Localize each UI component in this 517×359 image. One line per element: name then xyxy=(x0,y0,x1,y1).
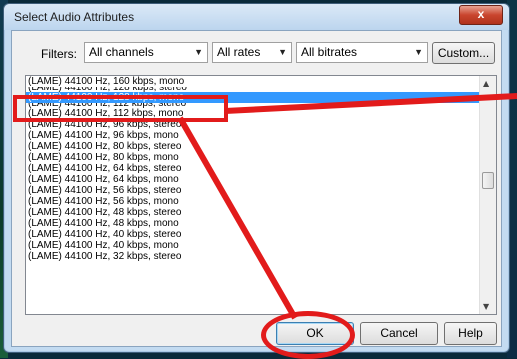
dialog-window: Select Audio Attributes x Filters: All c… xyxy=(3,3,510,353)
window-title: Select Audio Attributes xyxy=(14,10,135,24)
list-item[interactable]: (LAME) 44100 Hz, 80 kbps, mono xyxy=(26,152,479,163)
list-item[interactable]: (LAME) 44100 Hz, 64 kbps, stereo xyxy=(26,163,479,174)
list-rows: (LAME) 44100 Hz, 160 kbps, mono (LAME) 44… xyxy=(26,76,479,262)
close-button[interactable]: x xyxy=(459,5,503,25)
rates-select[interactable]: All rates ▼ xyxy=(212,42,292,63)
channels-select-value: All channels xyxy=(89,45,154,59)
vertical-scrollbar[interactable]: ▲ ▼ xyxy=(479,76,496,314)
ok-button[interactable]: OK xyxy=(276,322,354,345)
list-item[interactable]: (LAME) 44100 Hz, 32 kbps, stereo xyxy=(26,251,479,262)
list-item[interactable]: (LAME) 44100 Hz, 48 kbps, mono xyxy=(26,218,479,229)
chevron-down-icon: ▼ xyxy=(194,47,203,57)
list-item[interactable]: (LAME) 44100 Hz, 112 kbps, mono xyxy=(26,108,479,119)
cancel-button[interactable]: Cancel xyxy=(360,322,438,345)
list-item[interactable]: (LAME) 44100 Hz, 96 kbps, stereo xyxy=(26,119,479,130)
close-icon: x xyxy=(477,7,485,21)
list-item[interactable]: (LAME) 44100 Hz, 40 kbps, mono xyxy=(26,240,479,251)
chevron-down-icon: ▼ xyxy=(414,47,423,57)
list-item[interactable]: (LAME) 44100 Hz, 160 kbps, mono xyxy=(26,76,479,87)
chevron-down-icon: ▼ xyxy=(278,47,287,57)
list-item[interactable]: (LAME) 44100 Hz, 64 kbps, mono xyxy=(26,174,479,185)
list-item-selected[interactable]: (LAME) 44100 Hz, 128 kbps, mono xyxy=(26,92,479,103)
scroll-down-arrow-icon[interactable]: ▼ xyxy=(483,302,489,311)
title-bar: Select Audio Attributes x xyxy=(4,4,509,30)
list-item[interactable]: (LAME) 44100 Hz, 96 kbps, mono xyxy=(26,130,479,141)
filters-label: Filters: xyxy=(41,47,77,61)
channels-select[interactable]: All channels ▼ xyxy=(84,42,208,63)
list-item[interactable]: (LAME) 44100 Hz, 80 kbps, stereo xyxy=(26,141,479,152)
list-item[interactable]: (LAME) 44100 Hz, 56 kbps, mono xyxy=(26,196,479,207)
dialog-body: Filters: All channels ▼ All rates ▼ All … xyxy=(11,30,502,347)
list-item[interactable]: (LAME) 44100 Hz, 48 kbps, stereo xyxy=(26,207,479,218)
scroll-up-arrow-icon[interactable]: ▲ xyxy=(483,79,489,88)
help-button[interactable]: Help xyxy=(444,322,497,345)
scrollbar-thumb[interactable] xyxy=(482,172,494,189)
bitrates-select-value: All bitrates xyxy=(301,45,358,59)
list-item[interactable]: (LAME) 44100 Hz, 56 kbps, stereo xyxy=(26,185,479,196)
custom-button[interactable]: Custom... xyxy=(432,42,495,64)
bitrates-select[interactable]: All bitrates ▼ xyxy=(296,42,428,63)
list-item[interactable]: (LAME) 44100 Hz, 40 kbps, stereo xyxy=(26,229,479,240)
rates-select-value: All rates xyxy=(217,45,261,59)
audio-attributes-list[interactable]: (LAME) 44100 Hz, 160 kbps, mono (LAME) 44… xyxy=(25,75,497,315)
